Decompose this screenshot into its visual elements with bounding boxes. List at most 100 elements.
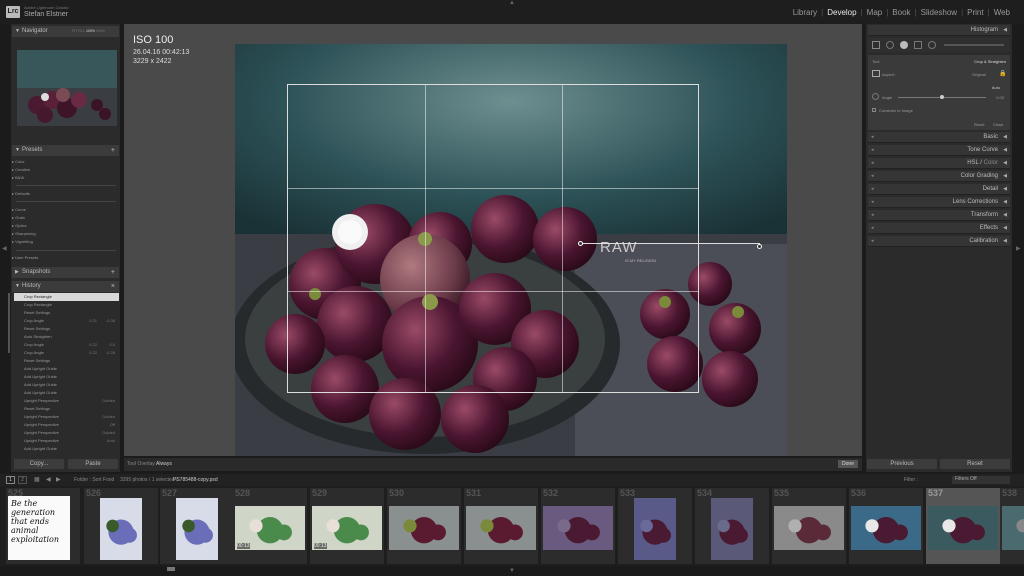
clear-history-icon[interactable]: ×	[111, 281, 115, 292]
filmstrip-cell[interactable]: 531	[464, 488, 538, 564]
preset-group[interactable]: ▸ Vignetting	[12, 238, 36, 246]
filmstrip-thumbnail[interactable]	[466, 506, 536, 550]
section-tone-curve[interactable]: ◂ Tone Curve ◀	[868, 145, 1010, 156]
upright-guide-handle[interactable]	[757, 244, 762, 249]
collapse-right-panel-icon[interactable]: ▶	[1016, 245, 1021, 252]
upright-guide-handle[interactable]	[578, 241, 583, 246]
section-color-grading[interactable]: ◂ Color Grading ◀	[868, 171, 1010, 182]
filmstrip-thumbnail[interactable]	[1002, 506, 1024, 550]
reset-button[interactable]: Reset	[940, 459, 1010, 469]
filmstrip-cell[interactable]: 534	[695, 488, 769, 564]
history-item[interactable]: Crop Angle 0.22 -0.28	[14, 349, 119, 357]
filmstrip-cell[interactable]: 528 00:13	[233, 488, 307, 564]
section-transform[interactable]: ◂ Transform ◀	[868, 210, 1010, 221]
lock-icon[interactable]: 🔒	[999, 70, 1006, 77]
module-book[interactable]: Book	[888, 8, 914, 17]
folder-label[interactable]: Folder : Sort Food	[74, 477, 114, 483]
filmstrip-cell[interactable]: 527	[160, 488, 234, 564]
filmstrip-cell[interactable]: 535	[772, 488, 846, 564]
section-basic[interactable]: ◂ Basic ◀	[868, 132, 1010, 143]
module-print[interactable]: Print	[963, 8, 987, 17]
previous-button[interactable]: Previous	[867, 459, 937, 469]
filmstrip-thumbnail[interactable]	[176, 498, 218, 560]
history-item[interactable]: Crop Rectangle	[14, 293, 119, 301]
filmstrip-cell[interactable]: 529 00:13	[310, 488, 384, 564]
filmstrip-thumbnail[interactable]	[774, 506, 844, 550]
add-snapshot-icon[interactable]: +	[111, 267, 115, 278]
preset-group[interactable]: ▸ Creative	[12, 166, 30, 174]
history-item[interactable]: Upright Perspective Off	[14, 421, 119, 429]
toggle-icon[interactable]: ◂	[871, 210, 874, 221]
toggle-icon[interactable]: ◂	[871, 158, 874, 169]
navigator-zoom-options[interactable]: FIT FILL 100% 400%	[72, 26, 105, 37]
aspect-select[interactable]: Original	[972, 72, 986, 77]
straighten-tool-icon[interactable]	[872, 93, 879, 100]
filmstrip-cell[interactable]: 526	[84, 488, 158, 564]
history-item[interactable]: Crop Angle 0.21 -0.36	[14, 317, 119, 325]
section-hsl-color[interactable]: ◂ HSL / Color ◀	[868, 158, 1010, 169]
history-item[interactable]: Upright Perspective Guided	[14, 429, 119, 437]
filmstrip-cell[interactable]: 533	[618, 488, 692, 564]
crop-close-button[interactable]: Close	[993, 122, 1003, 127]
history-item[interactable]: Reset Settings	[14, 325, 119, 333]
filmstrip-thumbnail[interactable]: 00:13	[235, 506, 305, 550]
history-item[interactable]: Upright Perspective Guided	[14, 413, 119, 421]
tool-overlay-select[interactable]: Always	[156, 461, 172, 467]
page-1-button[interactable]: 1	[6, 476, 15, 484]
filmstrip-cell[interactable]: 530	[387, 488, 461, 564]
red-eye-icon[interactable]	[900, 41, 908, 49]
preset-group[interactable]: ▸ Curve	[12, 206, 36, 214]
filmstrip-thumbnail[interactable]: 00:13	[312, 506, 382, 550]
history-item[interactable]: Reset Settings	[14, 357, 119, 365]
toggle-icon[interactable]: ◂	[871, 171, 874, 182]
section-calibration[interactable]: ◂ Calibration ◀	[868, 236, 1010, 247]
history-item[interactable]: Add Upright Guide	[14, 381, 119, 389]
toggle-icon[interactable]: ◂	[871, 132, 874, 143]
collapse-bottom-panel-icon[interactable]: ▼	[509, 568, 515, 574]
crop-frame[interactable]	[287, 84, 699, 393]
filmstrip-thumbnail[interactable]	[389, 506, 459, 550]
history-item[interactable]: Upright Perspective Auto	[14, 437, 119, 445]
history-item[interactable]: Upright Perspective Guided	[14, 397, 119, 405]
toggle-icon[interactable]: ◂	[871, 184, 874, 195]
forward-arrow-icon[interactable]: ▶	[56, 476, 61, 483]
history-item[interactable]: Add Upright Guide	[14, 445, 119, 453]
preset-group[interactable]: ▸ Defaults	[12, 190, 30, 198]
navigator-header[interactable]: ▼ Navigator FIT FILL 100% 400%	[12, 26, 119, 37]
navigator-preview[interactable]	[17, 50, 117, 126]
selected-file[interactable]: PS785488-copy.psd	[173, 477, 218, 483]
history-item[interactable]: Auto Straighten	[14, 333, 119, 341]
filmstrip-thumbnail[interactable]	[851, 506, 921, 550]
done-button[interactable]: Done	[838, 460, 858, 468]
presets-header[interactable]: ▼ Presets +	[12, 145, 119, 156]
filter-select[interactable]: Filters Off	[952, 476, 1010, 484]
history-item[interactable]: Reset Settings	[14, 405, 119, 413]
toggle-icon[interactable]: ◂	[871, 223, 874, 234]
crop-reset-button[interactable]: Reset	[974, 122, 984, 127]
preset-group[interactable]: ▸ Optics	[12, 222, 36, 230]
section-lens-corrections[interactable]: ◂ Lens Corrections ◀	[868, 197, 1010, 208]
spot-removal-icon[interactable]	[886, 41, 894, 49]
history-item[interactable]: Crop Rectangle	[14, 301, 119, 309]
module-map[interactable]: Map	[863, 8, 887, 17]
collapse-top-panel-icon[interactable]: ▲	[509, 0, 515, 6]
toggle-icon[interactable]: ◂	[871, 197, 874, 208]
filmstrip-thumbnail[interactable]	[100, 498, 142, 560]
radial-filter-icon[interactable]	[928, 41, 936, 49]
crop-tool-icon[interactable]	[872, 41, 880, 49]
constrain-checkbox[interactable]	[872, 108, 876, 112]
history-item[interactable]: Reset Settings	[14, 309, 119, 317]
history-item[interactable]: Crop Angle 0.22 0.0	[14, 341, 119, 349]
paste-button[interactable]: Paste	[68, 459, 118, 469]
filmstrip-thumbnail[interactable]	[543, 506, 613, 550]
upright-guide-line[interactable]	[580, 243, 760, 244]
history-header[interactable]: ▼ History ×	[12, 281, 119, 292]
filmstrip-cell[interactable]: 532	[541, 488, 615, 564]
filmstrip-thumbnail[interactable]	[711, 498, 753, 560]
preset-group[interactable]: ▸ Sharpening	[12, 230, 36, 238]
auto-button[interactable]: Auto	[992, 85, 1000, 90]
histogram-header[interactable]: Histogram ◀	[868, 25, 1010, 36]
toggle-icon[interactable]: ◂	[871, 236, 874, 247]
filmstrip-cell[interactable]: 537	[926, 488, 1000, 564]
history-scrollbar[interactable]	[8, 293, 10, 353]
